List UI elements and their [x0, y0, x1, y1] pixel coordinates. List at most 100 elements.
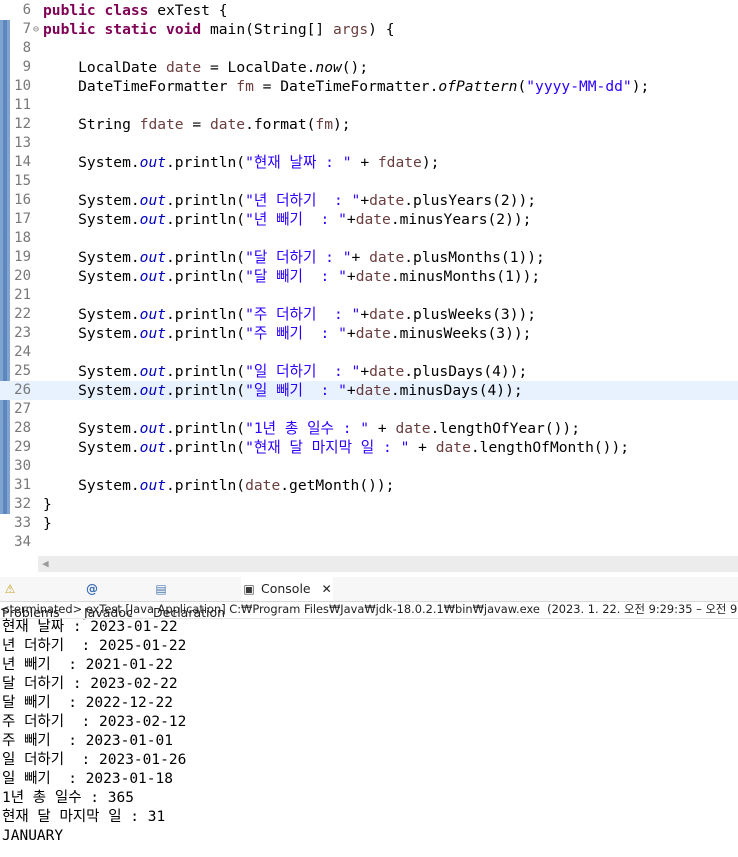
code-token: .minusDays(4)); [390, 382, 523, 399]
console-output-line: 현재 달 마지막 일 : 31 [2, 809, 166, 825]
code-line[interactable]: 15 [0, 172, 738, 191]
method-token: now [315, 59, 342, 76]
tab-declaration[interactable]: ▤Declaration [153, 577, 239, 620]
code-line[interactable]: 13 [0, 134, 738, 153]
string-token: "주 더하기 : " [245, 306, 361, 323]
code-line[interactable]: 12 String fdate = date.format(fm); [0, 115, 738, 134]
variable-token: args [332, 21, 369, 38]
code-text: } [43, 495, 52, 514]
code-line[interactable]: 33} [0, 514, 738, 533]
code-line[interactable]: 9 LocalDate date = LocalDate.now(); [0, 58, 738, 77]
code-line[interactable]: 28 System.out.println("1년 총 일수 : " + dat… [0, 419, 738, 438]
code-token: } [43, 515, 52, 532]
problems-icon: ⚠ [4, 582, 16, 596]
code-line[interactable]: 21 [0, 286, 738, 305]
code-token: System. [43, 268, 140, 285]
line-number: 25 [14, 363, 31, 379]
code-line[interactable]: 24 [0, 343, 738, 362]
code-line[interactable]: 11 [0, 96, 738, 115]
close-icon[interactable]: ✕ [322, 582, 332, 596]
code-token: + [360, 306, 370, 323]
scroll-left-arrow-icon[interactable]: ◀ [42, 557, 49, 571]
code-token: .println( [166, 363, 246, 380]
tab-javadoc[interactable]: @Javadoc [84, 577, 152, 620]
at-sign-icon: @ [86, 582, 98, 596]
code-token: exTest { [148, 2, 228, 19]
code-line[interactable]: 16 System.out.println("년 더하기 : "+date.pl… [0, 191, 738, 210]
horizontal-scrollbar[interactable]: ◀ [38, 556, 738, 572]
code-token: .minusMonths(1)); [390, 268, 541, 285]
string-token: "년 더하기 : " [245, 192, 361, 209]
code-editor[interactable]: 6 public class exTest {7 ⊖ public static vo… [0, 0, 738, 556]
code-line[interactable]: 26 System.out.println("일 빼기 : "+date.min… [0, 381, 738, 400]
line-number: 20 [14, 268, 31, 284]
code-token: .plusYears(2)); [404, 192, 537, 209]
code-line[interactable]: 20 System.out.println("달 빼기 : "+date.min… [0, 267, 738, 286]
code-text: System.out.println("년 빼기 : "+date.minusY… [43, 210, 531, 229]
code-line[interactable]: 32} [0, 495, 738, 514]
code-line[interactable]: 17 System.out.println("년 빼기 : "+date.min… [0, 210, 738, 229]
code-token: .println( [166, 306, 246, 323]
field-token: out [139, 192, 167, 209]
code-text: LocalDate date = LocalDate.now(); [43, 58, 368, 77]
line-number: 21 [14, 287, 31, 303]
code-token: System. [43, 306, 140, 323]
code-line[interactable]: 34 [0, 533, 738, 552]
view-tab-bar: ⚠Problems @Javadoc ▤Declaration ▣ Console… [0, 577, 738, 620]
code-line[interactable]: 14 System.out.println("현재 날짜 : " + fdate… [0, 153, 738, 172]
console-output-line: 달 더하기 : 2023-02-22 [2, 676, 178, 692]
tab-console[interactable]: ▣ Console ✕ [241, 577, 333, 601]
fold-toggle-icon[interactable]: ⊖ [31, 20, 41, 39]
console-output[interactable]: 현재 날짜 : 2023-01-22 년 더하기 : 2025-01-22 년 빼기… [2, 618, 738, 846]
code-line[interactable]: 6 public class exTest { [0, 1, 738, 20]
code-line[interactable]: 8 [0, 39, 738, 58]
code-text: public static void main(String[] args) { [43, 20, 395, 39]
variable-token: fdate [377, 154, 422, 171]
field-token: out [139, 325, 167, 342]
field-token: out [139, 439, 167, 456]
code-line[interactable]: 18 [0, 229, 738, 248]
string-token: "달 더하기 : " [245, 249, 352, 266]
code-line[interactable]: 31 System.out.println(date.getMonth()); [0, 476, 738, 495]
code-text: } [43, 514, 52, 533]
code-token: main(String[] [201, 21, 333, 38]
tab-problems[interactable]: ⚠Problems [2, 577, 77, 620]
code-token: .println( [166, 249, 246, 266]
code-text: System.out.println("달 빼기 : "+date.minusM… [43, 267, 540, 286]
code-text: System.out.println(date.getMonth()); [43, 476, 394, 495]
code-line[interactable]: 29 System.out.println("현재 달 마지막 일 : " + … [0, 438, 738, 457]
code-token: .format( [245, 116, 316, 133]
keyword-token: public [43, 21, 96, 38]
code-token: .println( [166, 420, 246, 437]
code-text: System.out.println("주 빼기 : "+date.minusW… [43, 324, 531, 343]
code-token: .plusMonths(1)); [404, 249, 545, 266]
code-token: System. [43, 211, 140, 228]
code-line[interactable]: 7 ⊖ public static void main(String[] args)… [0, 20, 738, 39]
console-output-line: 일 빼기 : 2023-01-18 [2, 771, 173, 787]
variable-token: date [355, 325, 391, 342]
code-line[interactable]: 25 System.out.println("일 더하기 : "+date.pl… [0, 362, 738, 381]
code-line[interactable]: 22 System.out.println("주 더하기 : "+date.pl… [0, 305, 738, 324]
code-token: .println( [166, 211, 246, 228]
code-token: .println( [166, 439, 246, 456]
field-token: out [139, 306, 167, 323]
code-line[interactable]: 27 [0, 400, 738, 419]
code-token: ( [517, 78, 527, 95]
code-token: System. [43, 420, 140, 437]
code-line[interactable]: 23 System.out.println("주 빼기 : "+date.min… [0, 324, 738, 343]
keyword-token: static [104, 21, 158, 38]
field-token: out [139, 211, 167, 228]
line-number: 32 [14, 496, 31, 512]
code-line[interactable]: 19 System.out.println("달 더하기 : "+ date.p… [0, 248, 738, 267]
code-line[interactable]: 30 [0, 457, 738, 476]
code-token: = DateTimeFormatter. [253, 78, 439, 95]
keyword-token: public [43, 2, 96, 19]
console-output-line: 주 빼기 : 2023-01-01 [2, 733, 173, 749]
string-token: "주 빼기 : " [245, 325, 347, 342]
line-number: 7 [22, 21, 31, 37]
string-token: "일 빼기 : " [245, 382, 347, 399]
code-token: + [360, 363, 370, 380]
code-line[interactable]: 10 DateTimeFormatter fm = DateTimeFormat… [0, 77, 738, 96]
line-number: 29 [14, 439, 31, 455]
